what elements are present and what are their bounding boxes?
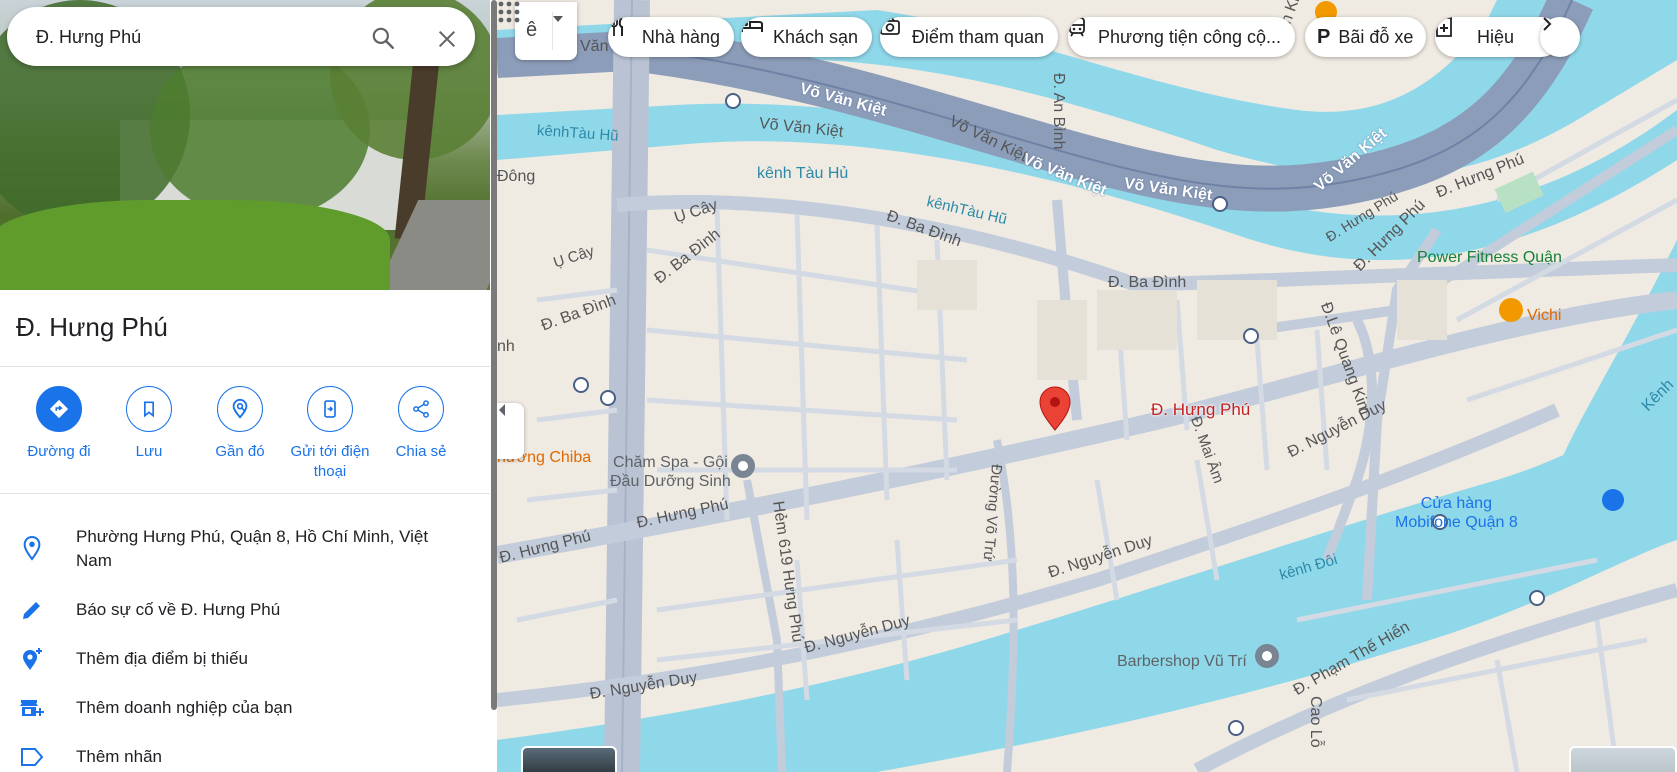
map-poi-label[interactable]: Chăm Spa - Gội Đầu Dưỡng Sinh [610, 453, 731, 491]
add-place-icon [23, 648, 42, 670]
search-icon[interactable] [370, 25, 396, 51]
nearby-button[interactable]: Gần đó [192, 386, 288, 462]
add-business-icon [20, 700, 44, 716]
address-text: Phường Hưng Phú, Quận 8, Hồ Chí Minh, Vi… [76, 527, 429, 570]
map-poi-label[interactable]: Power Fitness Quận [1417, 249, 1562, 267]
chip-label: Khách sạn [772, 26, 858, 47]
search-input[interactable]: Đ. Hưng Phú [36, 27, 141, 48]
close-icon[interactable] [436, 28, 458, 50]
map-label: Văn [580, 38, 609, 55]
map-poi-label[interactable]: Barbershop Vũ Trí [1117, 653, 1247, 671]
pharmacy-icon [1436, 17, 1452, 37]
transit-icon [1069, 17, 1085, 37]
chevron-left-icon [499, 404, 505, 416]
map-tiles [497, 0, 1677, 772]
map-poi-label[interactable]: Vichi [1527, 307, 1561, 325]
search-box[interactable]: Đ. Hưng Phú [7, 7, 475, 66]
nearby-label: Gần đó [215, 443, 265, 460]
map-label: Đ. An Bình [1050, 73, 1067, 150]
chip-label: Điểm tham quan [911, 26, 1044, 47]
collapse-panel-button[interactable] [497, 403, 524, 459]
apps-grid-icon[interactable] [497, 0, 521, 24]
save-label: Lưu [135, 443, 163, 460]
chips-next-button[interactable] [1540, 17, 1580, 57]
map-label: Cao Lỗ [1307, 696, 1324, 748]
report-issue-text: Báo sự cố về Đ. Hưng Phú [76, 600, 281, 619]
camera-icon [880, 17, 900, 35]
label-icon [21, 748, 44, 766]
map-poi-label[interactable]: Cửa hàng Mobifone Quận 8 [1395, 494, 1518, 532]
map-label: Đông [497, 168, 536, 185]
chip-hotels[interactable]: Khách sạn [741, 17, 872, 57]
bookmark-icon [144, 401, 154, 418]
panel-scrollbar[interactable] [490, 0, 497, 772]
map-label: nh [497, 338, 515, 355]
directions-icon [49, 399, 69, 419]
chevron-right-icon [1543, 17, 1552, 31]
directions-label: Đường đi [27, 443, 91, 460]
pin-label[interactable]: Đ. Hưng Phú [1151, 400, 1250, 420]
place-title: Đ. Hưng Phú [16, 312, 168, 342]
pencil-icon [23, 602, 40, 619]
chip-attractions[interactable]: Điểm tham quan [880, 17, 1058, 57]
chip-label: Phương tiện công cộ... [1098, 26, 1281, 47]
place-panel: Đ. Hưng Phú Đ. Hưng Phú Đường đi Lưu Gần… [0, 0, 490, 772]
hotel-icon [741, 19, 763, 32]
chip-transit[interactable]: Phương tiện công cộ... [1068, 17, 1295, 57]
parking-icon: P [1317, 25, 1331, 48]
share-button[interactable]: Chia sẻ [373, 386, 469, 462]
imagery-thumbnail[interactable] [521, 746, 617, 772]
divider [0, 493, 490, 494]
map-canvas[interactable]: Võ Văn Kiệt Võ Văn Kiệt Võ Văn Kiệt Võ V… [497, 0, 1677, 772]
save-button[interactable]: Lưu [101, 386, 197, 462]
add-business-text: Thêm doanh nghiệp của bạn [76, 698, 293, 717]
chip-restaurants[interactable]: Nhà hàng [608, 17, 734, 57]
chip-label: Bãi đỗ xe [1338, 26, 1414, 47]
send-to-phone-label: Gửi tới điện thoại [290, 443, 370, 480]
chip-label: Hiệu [1477, 26, 1515, 47]
divider [0, 366, 490, 367]
location-pin-icon [23, 536, 41, 561]
layers-glyph: ê [526, 19, 538, 41]
share-label: Chia sẻ [395, 443, 447, 460]
street-view-thumbnail[interactable] [1569, 746, 1677, 772]
layers-button[interactable]: ê [515, 2, 577, 60]
directions-button[interactable]: Đường đi [11, 386, 107, 462]
share-icon [413, 400, 429, 418]
map-label: kênh Tàu Hủ [757, 165, 849, 182]
send-to-phone-button[interactable]: Gửi tới điện thoại [282, 386, 378, 482]
chip-label: Nhà hàng [641, 26, 720, 47]
chip-parking[interactable]: P Bãi đỗ xe [1305, 17, 1426, 57]
restaurant-icon [610, 17, 623, 36]
chevron-down-icon[interactable] [553, 16, 563, 22]
add-missing-place-text: Thêm địa điểm bị thiếu [76, 649, 248, 668]
nearby-icon [232, 398, 248, 419]
add-label-text: Thêm nhãn [76, 747, 162, 766]
map-label: Đ. Ba Đình [1108, 274, 1187, 291]
send-to-phone-icon [324, 400, 336, 418]
